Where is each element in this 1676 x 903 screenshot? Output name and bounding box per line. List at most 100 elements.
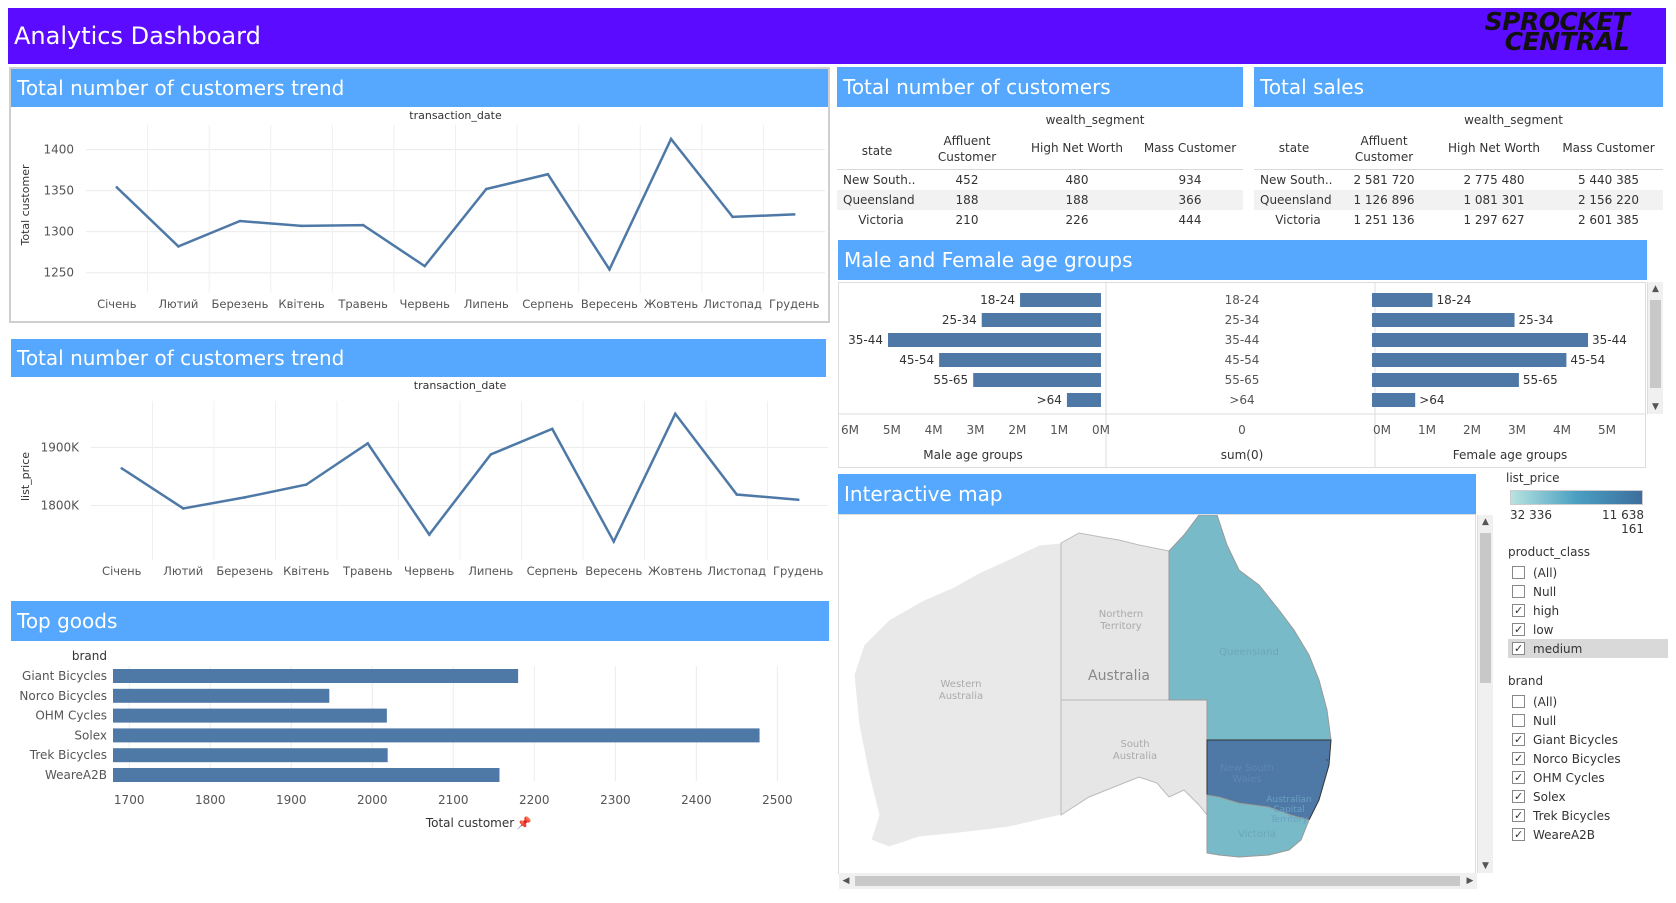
x-tick-label: Серпень: [522, 297, 574, 311]
bar: [113, 768, 500, 782]
table-cell: 2 156 220: [1577, 193, 1640, 207]
data-point: [181, 507, 185, 510]
product-class-filter[interactable]: (All) Null high low medium: [1508, 563, 1668, 658]
scroll-left-icon[interactable]: ◀: [839, 873, 853, 889]
data-point: [243, 496, 247, 499]
checkbox[interactable]: [1512, 642, 1525, 655]
filter-option-label: Solex: [1533, 789, 1566, 804]
scroll-up-icon[interactable]: ▲: [1478, 515, 1493, 529]
y-category-label: Giant Bicycles: [22, 669, 107, 683]
male-tick-label: 4M: [925, 423, 943, 437]
age-groups-scrollbar[interactable]: ▲ ▼: [1647, 282, 1663, 414]
checkbox[interactable]: [1512, 623, 1525, 636]
filter-option[interactable]: Norco Bicycles: [1508, 749, 1668, 768]
x-tick-label: Червень: [399, 297, 450, 311]
filter-option[interactable]: Trek Bicycles: [1508, 806, 1668, 825]
brand-filter[interactable]: (All) Null Giant Bicycles Norco Bicycles OHM…: [1508, 692, 1668, 844]
sales-col-state: state: [1278, 141, 1310, 155]
table-cell: Victoria: [1275, 213, 1321, 227]
checkbox[interactable]: [1512, 714, 1525, 727]
filter-option[interactable]: (All): [1508, 563, 1668, 582]
scroll-up-icon[interactable]: ▲: [1648, 282, 1663, 296]
checkbox[interactable]: [1512, 585, 1525, 598]
filter-option[interactable]: high: [1508, 601, 1668, 620]
checkbox[interactable]: [1512, 604, 1525, 617]
scroll-down-icon[interactable]: ▼: [1648, 400, 1663, 414]
checkbox[interactable]: [1512, 752, 1525, 765]
center-category-label: 18-24: [1225, 293, 1260, 307]
female-axis-title: Female age groups: [1453, 448, 1567, 462]
trend1-title: Total number of customers trend: [11, 69, 828, 107]
pin-icon[interactable]: 📌: [517, 815, 532, 830]
filter-option-label: OHM Cycles: [1533, 770, 1605, 785]
trend2-chart[interactable]: transaction_date list_price 1800K 1900K Січе…: [11, 377, 828, 587]
filter-option[interactable]: (All): [1508, 692, 1668, 711]
checkbox[interactable]: [1512, 828, 1525, 841]
age-groups-chart[interactable]: 18-24 18-24 18-2425-34 25-34 25-3435-44 35-44…: [838, 282, 1646, 468]
legend-max: 11 638 161: [1602, 508, 1644, 536]
trend1-chart[interactable]: transaction_date Total customer 1250 1300 13…: [11, 107, 828, 321]
filter-option[interactable]: medium: [1508, 639, 1668, 658]
chart-y-label: Total customer: [19, 164, 32, 246]
x-tick-label: Травень: [337, 297, 388, 311]
data-point: [796, 498, 800, 502]
filter-option[interactable]: Solex: [1508, 787, 1668, 806]
table-cell: 1 081 301: [1463, 193, 1525, 207]
table-cell: 1 251 136: [1353, 213, 1415, 227]
checkbox[interactable]: [1512, 695, 1525, 708]
scroll-right-icon[interactable]: ▶: [1463, 873, 1477, 889]
data-point: [550, 427, 554, 431]
male-axis-title: Male age groups: [923, 448, 1023, 462]
x-tick-label: Грудень: [773, 564, 824, 578]
filter-option[interactable]: low: [1508, 620, 1668, 639]
sales-col-affluent: Affluent Customer: [1354, 134, 1414, 164]
x-tick-label: Січень: [102, 564, 142, 578]
table-row: Victoria 210 226 444: [837, 210, 1243, 230]
customers-table[interactable]: wealth_segment state Affluent Customer H…: [837, 107, 1243, 232]
male-bar-label: 55-65: [933, 373, 968, 387]
data-point: [423, 264, 427, 268]
male-tick-label: 0M: [1092, 423, 1110, 437]
female-bar: [1372, 353, 1567, 367]
table-cell: 444: [1178, 213, 1202, 227]
filter-option[interactable]: WeareA2B: [1508, 825, 1668, 844]
filter-option[interactable]: Null: [1508, 582, 1668, 601]
filter-option[interactable]: Giant Bicycles: [1508, 730, 1668, 749]
x-tick-label: 2500: [762, 793, 793, 807]
checkbox[interactable]: [1512, 809, 1525, 822]
filter-option[interactable]: OHM Cycles: [1508, 768, 1668, 787]
checkbox[interactable]: [1512, 733, 1525, 746]
bar: [113, 669, 519, 683]
checkbox[interactable]: [1512, 566, 1525, 579]
data-point: [612, 540, 616, 543]
scroll-thumb[interactable]: [855, 876, 1460, 886]
table-row: Victoria 1 251 136 1 297 627 2 601 385: [1254, 210, 1663, 230]
filter-option[interactable]: Null: [1508, 711, 1668, 730]
male-tick-label: 5M: [883, 423, 901, 437]
data-point: [608, 268, 611, 271]
australia-map[interactable]: Northern Territory Western Australia Austr…: [839, 515, 1457, 873]
sales-table[interactable]: wealth_segment state Affluent Customer H…: [1254, 107, 1663, 232]
data-point: [238, 219, 242, 223]
scroll-down-icon[interactable]: ▼: [1478, 859, 1493, 873]
map-label-vic: Victoria: [1238, 829, 1276, 840]
table-cell: 1 126 896: [1353, 193, 1415, 207]
map-hscrollbar[interactable]: ◀ ▶: [839, 873, 1477, 889]
customers-table-group-label: wealth_segment: [1045, 113, 1145, 127]
map-vscrollbar[interactable]: ▲ ▼: [1477, 515, 1493, 873]
top-goods-chart[interactable]: brand 1700 1800 1900 2000 2100 2200 2300 2400 250…: [11, 641, 831, 841]
checkbox[interactable]: [1512, 771, 1525, 784]
table-cell: 188: [1065, 193, 1089, 207]
chart-top-label: transaction_date: [414, 379, 507, 392]
scroll-thumb[interactable]: [1480, 533, 1491, 683]
center-tick-label: 0: [1238, 423, 1246, 437]
filter-option-label: Null: [1533, 713, 1557, 728]
checkbox[interactable]: [1512, 790, 1525, 803]
table-cell: 366: [1178, 193, 1202, 207]
scroll-thumb[interactable]: [1650, 300, 1661, 388]
y-category-label: OHM Cycles: [35, 709, 107, 723]
filter-option-label: high: [1533, 603, 1560, 618]
age-groups-title: Male and Female age groups: [838, 240, 1647, 280]
male-bar: [1066, 393, 1101, 407]
male-bar-label: 18-24: [980, 293, 1015, 307]
